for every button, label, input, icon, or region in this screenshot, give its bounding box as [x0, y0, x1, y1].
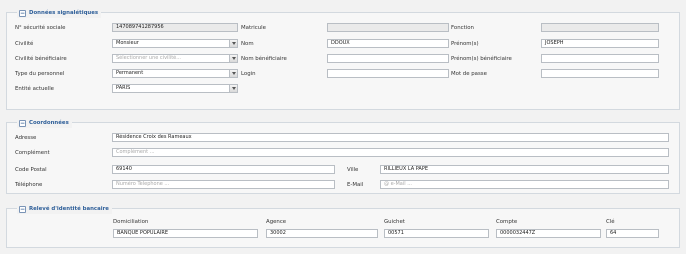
adresse-label: Adresse — [15, 135, 37, 141]
fonction-field[interactable] — [541, 23, 659, 32]
coords-collapse-toggle[interactable]: − — [19, 119, 26, 127]
tel-label: Téléphone — [15, 182, 43, 188]
nss-field[interactable]: 147089741287956 — [112, 23, 238, 32]
guichet-field[interactable]: 00571 — [384, 229, 489, 238]
nom-benef-field[interactable] — [327, 54, 449, 63]
cle-label: Clé — [606, 219, 615, 225]
prenom-benef-label: Prénom(s) bénéficiaire — [451, 56, 512, 62]
fonction-label: Fonction — [451, 25, 474, 31]
domiciliation-field[interactable]: BANQUE POPULAIRE — [113, 229, 258, 238]
guichet-label: Guichet — [384, 219, 405, 225]
mdp-label: Mot de passe — [451, 71, 487, 77]
cp-field[interactable]: 69140 — [112, 165, 335, 174]
complement-field[interactable]: Complément ... — [112, 148, 669, 157]
civ-benef-placeholder: Sélectionner une civilité... — [116, 55, 182, 61]
civilite-value: Monsieur — [116, 40, 139, 46]
rib-legend: − Relevé d'identité bancaire — [17, 204, 112, 214]
identity-section: − Données signalétiques N° sécurité soci… — [6, 8, 680, 110]
nom-label: Nom — [241, 41, 254, 47]
login-field[interactable] — [327, 69, 449, 78]
agence-label: Agence — [266, 219, 287, 225]
prenom-label: Prénom(s) — [451, 41, 479, 47]
nss-label: N° sécurité sociale — [15, 25, 66, 31]
cp-label: Code Postal — [15, 167, 47, 173]
matricule-field[interactable] — [327, 23, 449, 32]
login-label: Login — [241, 71, 256, 77]
matricule-label: Matricule — [241, 25, 266, 31]
nom-field[interactable]: DDOUX — [327, 39, 449, 48]
prenom-field[interactable]: JOSEPH — [541, 39, 659, 48]
chevron-down-icon[interactable] — [229, 40, 237, 47]
identity-legend: − Données signalétiques — [17, 8, 102, 18]
type-select[interactable]: Permanent — [112, 69, 238, 78]
rib-collapse-toggle[interactable]: − — [19, 205, 26, 213]
identity-section-title: Données signalétiques — [29, 10, 99, 16]
rib-section-title: Relevé d'identité bancaire — [29, 206, 109, 212]
nom-benef-label: Nom bénéficiaire — [241, 56, 287, 62]
tel-field[interactable]: Numéro Telephone ... — [112, 180, 335, 189]
ville-label: Ville — [347, 167, 359, 173]
type-label: Type du personnel — [15, 71, 65, 77]
chevron-down-icon[interactable] — [229, 70, 237, 77]
domiciliation-label: Domiciliation — [113, 219, 149, 225]
rib-section: − Relevé d'identité bancaire Domiciliati… — [6, 204, 680, 248]
compte-label: Compte — [496, 219, 518, 225]
entite-select[interactable]: PARIS — [112, 84, 238, 93]
cle-field[interactable]: 64 — [606, 229, 659, 238]
civilite-label: Civilité — [15, 41, 34, 47]
coords-section: − Coordonnées Adresse Résidence Croix de… — [6, 118, 680, 194]
type-value: Permanent — [116, 70, 144, 76]
mdp-field[interactable] — [541, 69, 659, 78]
civ-benef-select[interactable]: Sélectionner une civilité... — [112, 54, 238, 63]
entite-value: PARIS — [116, 85, 131, 91]
coords-legend: − Coordonnées — [17, 118, 72, 128]
civ-benef-label: Civilité bénéficiaire — [15, 56, 67, 62]
identity-collapse-toggle[interactable]: − — [19, 9, 26, 17]
entite-label: Entité actuelle — [15, 86, 55, 92]
agence-field[interactable]: 30002 — [266, 229, 378, 238]
prenom-benef-field[interactable] — [541, 54, 659, 63]
email-label: E-Mail — [347, 182, 364, 188]
coords-section-title: Coordonnées — [29, 120, 69, 126]
chevron-down-icon[interactable] — [229, 55, 237, 62]
adresse-field[interactable]: Résidence Croix des Rameaux — [112, 133, 669, 142]
email-field[interactable]: @ e-Mail ... — [380, 180, 669, 189]
compte-field[interactable]: 0000032447Z — [496, 229, 601, 238]
chevron-down-icon[interactable] — [229, 85, 237, 92]
complement-label: Complément — [15, 150, 50, 156]
ville-field[interactable]: RILLIEUX LA PAPE — [380, 165, 669, 174]
civilite-select[interactable]: Monsieur — [112, 39, 238, 48]
